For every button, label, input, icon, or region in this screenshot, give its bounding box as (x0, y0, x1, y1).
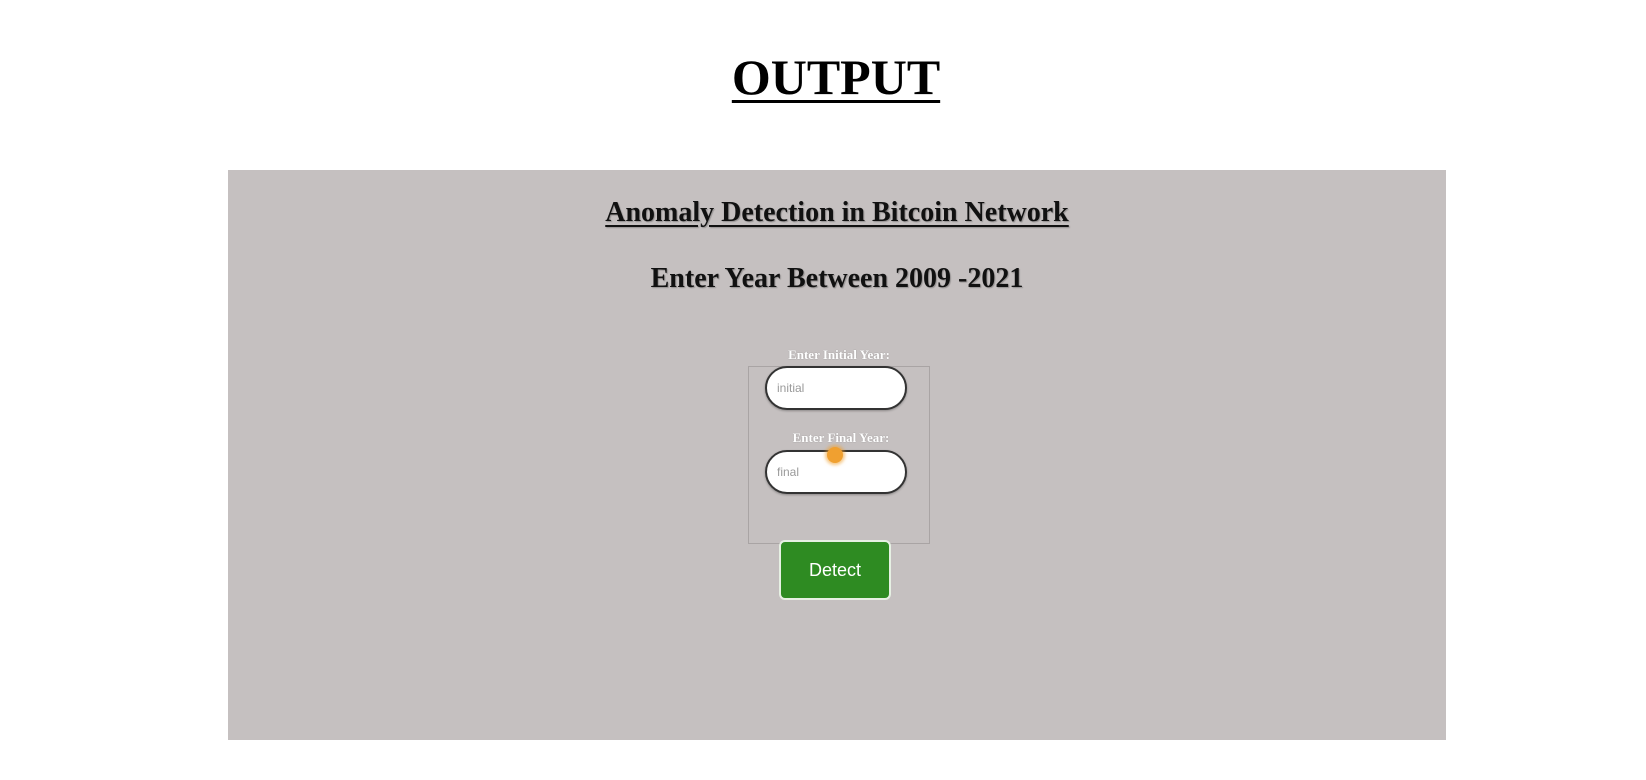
cursor-highlight-icon (827, 447, 843, 463)
app-screenshot-panel: Anomaly Detection in Bitcoin Network Ent… (228, 170, 1446, 740)
page-title-text: OUTPUT (731, 49, 941, 105)
final-year-label: Enter Final Year: (792, 430, 890, 445)
app-subheading: Enter Year Between 2009 -2021 (650, 263, 1024, 294)
page-title: OUTPUT (0, 52, 1646, 102)
initial-year-label: Enter Initial Year: (788, 347, 890, 362)
app-heading: Anomaly Detection in Bitcoin Network (605, 197, 1069, 228)
detect-button[interactable]: Detect (779, 540, 891, 600)
initial-year-input[interactable] (765, 366, 907, 410)
